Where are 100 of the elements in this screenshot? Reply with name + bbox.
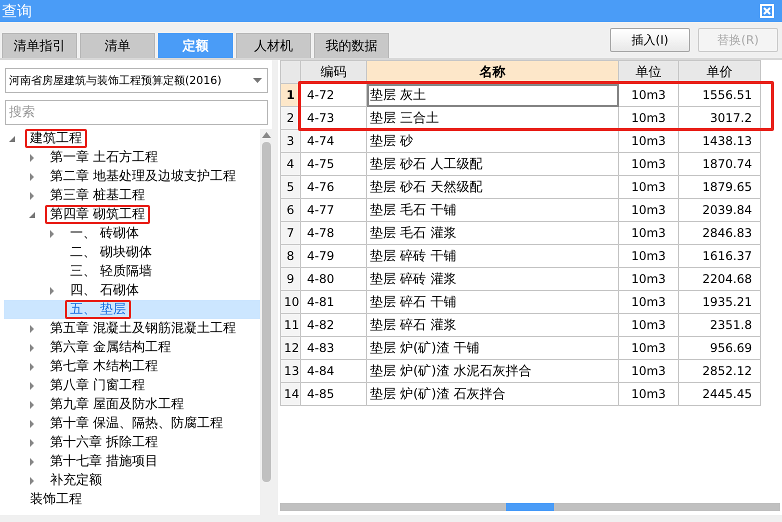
tree-item-label: 建筑工程 — [25, 129, 87, 148]
tree-item[interactable]: 第一章 土石方工程 — [4, 148, 260, 167]
table-cell: 10m3 — [618, 222, 678, 244]
table-cell: 2445.45 — [678, 382, 760, 406]
tree-item[interactable]: 第七章 木结构工程 — [4, 357, 260, 376]
tree-item[interactable]: 补充定额 — [4, 471, 260, 490]
row-number[interactable]: 5 — [280, 176, 300, 198]
tab[interactable]: 清单指引 — [2, 33, 77, 58]
tab[interactable]: 人材机 — [236, 33, 311, 58]
table-cell: 10m3 — [618, 268, 678, 290]
tree-item[interactable]: 第三章 桩基工程 — [4, 186, 260, 205]
table-cell: 4-84 — [300, 360, 366, 382]
table-cell: 10m3 — [618, 336, 678, 360]
tree-item[interactable]: 第六章 金属结构工程 — [4, 338, 260, 357]
scrollbar[interactable] — [260, 129, 272, 515]
table-cell: 4-80 — [300, 268, 366, 290]
table-cell: 4-78 — [300, 222, 366, 244]
collapse-arrow-icon[interactable] — [28, 210, 36, 218]
expand-arrow-icon[interactable] — [28, 400, 36, 408]
tree-item[interactable]: 第十六章 拆除工程 — [4, 433, 260, 452]
table-cell: 10m3 — [618, 314, 678, 336]
column-header[interactable]: 名称 — [366, 60, 618, 84]
tree-item-label: 第十章 保温、隔热、防腐工程 — [49, 415, 224, 433]
expand-arrow-icon[interactable] — [28, 362, 36, 370]
tree-item[interactable]: 第八章 门窗工程 — [4, 376, 260, 395]
table-cell: 4-83 — [300, 336, 366, 360]
expand-arrow-icon[interactable] — [28, 476, 36, 484]
tree-item-label: 第四章 砌筑工程 — [45, 205, 150, 224]
table-cell: 4-72 — [300, 84, 366, 106]
expand-arrow-icon[interactable] — [28, 192, 36, 200]
tree-item[interactable]: 第九章 屋面及防水工程 — [4, 395, 260, 414]
column-header[interactable]: 单价 — [678, 60, 760, 84]
row-number[interactable]: 10 — [280, 290, 300, 314]
table-cell: 垫层 毛石 干铺 — [366, 198, 618, 222]
table-cell: 垫层 炉(矿)渣 石灰拌合 — [366, 382, 618, 406]
table-cell: 4-74 — [300, 130, 366, 152]
table-cell: 垫层 碎石 灌浆 — [366, 314, 618, 336]
tree-item[interactable]: 四、 石砌体 — [4, 281, 260, 300]
tree-item[interactable]: 第十七章 措施项目 — [4, 452, 260, 471]
expand-arrow-icon[interactable] — [28, 172, 36, 180]
expand-arrow-icon[interactable] — [28, 344, 36, 352]
row-number[interactable]: 8 — [280, 244, 300, 268]
scrollbar[interactable] — [280, 503, 780, 511]
tree-item-label: 第八章 门窗工程 — [49, 377, 146, 395]
search-field[interactable]: 搜索 — [5, 100, 268, 125]
table-cell: 4-76 — [300, 176, 366, 198]
tree-item-label: 第三章 桩基工程 — [49, 187, 146, 205]
row-number[interactable]: 6 — [280, 198, 300, 222]
tree-item[interactable]: 第二章 地基处理及边坡支护工程 — [4, 167, 260, 186]
tree-item[interactable]: 五、 垫层 — [4, 300, 260, 319]
expand-arrow-icon[interactable] — [28, 324, 36, 332]
tree-item[interactable]: 第四章 砌筑工程 — [4, 205, 260, 224]
close-icon[interactable] — [760, 4, 774, 18]
table-cell: 垫层 灰土 — [366, 84, 618, 106]
row-number[interactable]: 7 — [280, 222, 300, 244]
expand-arrow-icon[interactable] — [28, 458, 36, 466]
tree-item[interactable]: 三、 轻质隔墙 — [4, 262, 260, 281]
row-number[interactable]: 9 — [280, 268, 300, 290]
table-cell: 垫层 炉(矿)渣 干铺 — [366, 336, 618, 360]
expand-arrow-icon[interactable] — [28, 420, 36, 428]
table-cell: 垫层 炉(矿)渣 水泥石灰拌合 — [366, 360, 618, 382]
table-cell: 1438.13 — [678, 130, 760, 152]
row-number[interactable]: 3 — [280, 130, 300, 152]
tree-item-label: 第一章 土石方工程 — [49, 149, 160, 167]
table-cell: 10m3 — [618, 360, 678, 382]
expand-arrow-icon[interactable] — [28, 154, 36, 162]
table-cell: 10m3 — [618, 290, 678, 314]
tree-item[interactable]: 第十章 保温、隔热、防腐工程 — [4, 414, 260, 433]
tab[interactable]: 清单 — [80, 33, 155, 58]
expand-arrow-icon[interactable] — [48, 286, 56, 294]
tree-item[interactable]: 二、 砌块砌体 — [4, 243, 260, 262]
tree-item-label: 五、 垫层 — [65, 300, 132, 319]
tree-item[interactable]: 建筑工程 — [4, 129, 260, 148]
column-header[interactable]: 单位 — [618, 60, 678, 84]
window-title: 查询 — [2, 2, 32, 20]
tree-item-label: 第九章 屋面及防水工程 — [49, 396, 186, 414]
table-cell: 2846.83 — [678, 222, 760, 244]
tree-item[interactable]: 一、 砖砌体 — [4, 224, 260, 243]
scroll-up-icon[interactable] — [262, 132, 270, 138]
table-cell: 1935.21 — [678, 290, 760, 314]
toolbar-button[interactable]: 插入(I) — [610, 28, 690, 52]
tree-item[interactable]: 第五章 混凝土及钢筋混凝土工程 — [4, 319, 260, 338]
expand-arrow-icon[interactable] — [28, 382, 36, 390]
expand-arrow-icon[interactable] — [28, 438, 36, 446]
tree-item-label: 一、 砖砌体 — [69, 225, 140, 243]
tab[interactable]: 我的数据 — [314, 33, 389, 58]
row-number[interactable]: 11 — [280, 314, 300, 336]
table-cell: 垫层 砂石 人工级配 — [366, 152, 618, 176]
table-cell: 2039.84 — [678, 198, 760, 222]
corner-cell — [280, 60, 300, 84]
row-number[interactable]: 14 — [280, 382, 300, 406]
row-number[interactable]: 13 — [280, 360, 300, 382]
library-dropdown[interactable]: 河南省房屋建筑与装饰工程预算定额(2016) — [5, 68, 268, 93]
row-number[interactable]: 12 — [280, 336, 300, 360]
tree-item[interactable]: 装饰工程 — [4, 490, 260, 509]
tree-item-label: 第六章 金属结构工程 — [49, 339, 172, 357]
expand-arrow-icon[interactable] — [48, 230, 56, 238]
collapse-arrow-icon[interactable] — [8, 134, 16, 142]
row-number[interactable]: 4 — [280, 152, 300, 176]
column-header[interactable]: 编码 — [300, 60, 366, 84]
